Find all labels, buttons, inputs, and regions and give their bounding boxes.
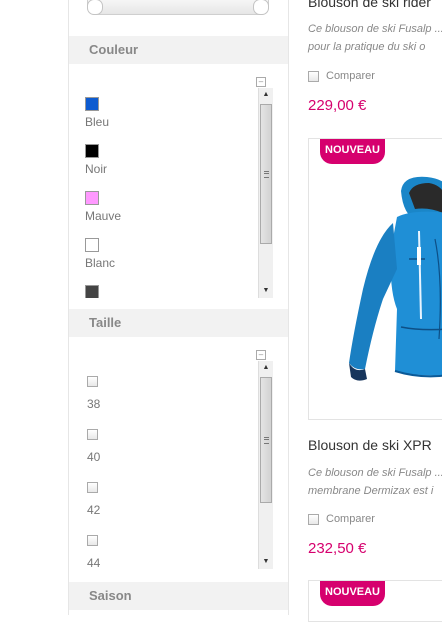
size-label: 40 — [87, 450, 101, 464]
color-option-mauve[interactable]: Mauve — [85, 191, 121, 223]
product-image[interactable]: NOUVEAU — [308, 138, 442, 420]
color-label: Noir — [85, 162, 108, 176]
compare-checkbox[interactable] — [308, 70, 319, 82]
color-option-noir[interactable]: Noir — [85, 144, 107, 176]
color-swatch[interactable] — [85, 238, 99, 252]
color-swatch[interactable] — [85, 97, 99, 111]
collapse-icon[interactable]: – — [256, 77, 266, 87]
color-option-bleu[interactable]: Bleu — [85, 97, 109, 129]
price-range-slider[interactable] — [87, 0, 269, 15]
scroll-up-arrow-icon[interactable]: ▲ — [259, 361, 273, 375]
size-option-38[interactable]: 38 — [87, 376, 100, 411]
compare-toggle[interactable]: Comparer — [308, 513, 375, 525]
compare-toggle[interactable]: Comparer — [308, 70, 375, 82]
color-filter-list: Bleu Noir Mauve Blanc ▲ ▼ — [83, 88, 273, 298]
size-filter-list: 38 40 42 44 ▲ ▼ — [83, 361, 273, 569]
size-filter-heading[interactable]: Taille — [69, 309, 288, 337]
size-checkbox[interactable] — [87, 376, 98, 387]
new-badge: NOUVEAU — [320, 581, 386, 606]
compare-checkbox[interactable] — [308, 513, 319, 525]
color-list-scrollbar[interactable]: ▲ ▼ — [258, 88, 273, 298]
size-checkbox[interactable] — [87, 429, 98, 440]
size-option-40[interactable]: 40 — [87, 429, 100, 464]
slider-max-handle[interactable] — [253, 0, 269, 15]
product-price: 229,00 € — [308, 97, 367, 114]
color-swatch[interactable] — [85, 144, 99, 158]
product-price: 232,50 € — [308, 540, 367, 557]
scroll-thumb[interactable] — [260, 377, 272, 503]
color-filter-heading[interactable]: Couleur — [69, 36, 288, 64]
size-checkbox[interactable] — [87, 535, 98, 546]
size-option-42[interactable]: 42 — [87, 482, 100, 517]
filter-sidebar: Couleur – Bleu Noir Mauve Blanc ▲ ▼ Tail… — [68, 0, 289, 615]
compare-label: Comparer — [326, 70, 375, 82]
product-description-line: pour la pratique du ski o — [308, 41, 426, 53]
color-swatch[interactable] — [85, 285, 99, 298]
scroll-down-arrow-icon[interactable]: ▼ — [259, 555, 273, 569]
scroll-thumb[interactable] — [260, 104, 272, 244]
size-label: 42 — [87, 503, 101, 517]
color-label: Mauve — [85, 209, 122, 223]
color-option-blanc[interactable]: Blanc — [85, 238, 115, 270]
color-label: Bleu — [85, 115, 110, 129]
slider-min-handle[interactable] — [87, 0, 103, 15]
scroll-down-arrow-icon[interactable]: ▼ — [259, 284, 273, 298]
collapse-icon[interactable]: – — [256, 350, 266, 360]
size-list-scrollbar[interactable]: ▲ ▼ — [258, 361, 273, 569]
size-option-44[interactable]: 44 — [87, 535, 100, 569]
compare-label: Comparer — [326, 513, 375, 525]
product-description-line: Ce blouson de ski Fusalp ... — [308, 23, 442, 35]
product-description-line: Ce blouson de ski Fusalp ... — [308, 467, 442, 479]
season-filter-heading[interactable]: Saison — [69, 582, 288, 610]
size-checkbox[interactable] — [87, 482, 98, 493]
ski-jacket-image — [349, 176, 442, 381]
color-swatch[interactable] — [85, 191, 99, 205]
product-image[interactable]: NOUVEAU — [308, 580, 442, 622]
color-option-gris[interactable] — [85, 285, 99, 298]
color-label: Blanc — [85, 256, 116, 270]
size-label: 38 — [87, 397, 101, 411]
scroll-up-arrow-icon[interactable]: ▲ — [259, 88, 273, 102]
new-badge: NOUVEAU — [320, 139, 386, 164]
product-title[interactable]: Blouson de ski rider — [308, 0, 431, 10]
product-title[interactable]: Blouson de ski XPR — [308, 437, 432, 453]
product-description-line: membrane Dermizax est i — [308, 485, 434, 497]
size-label: 44 — [87, 556, 101, 569]
